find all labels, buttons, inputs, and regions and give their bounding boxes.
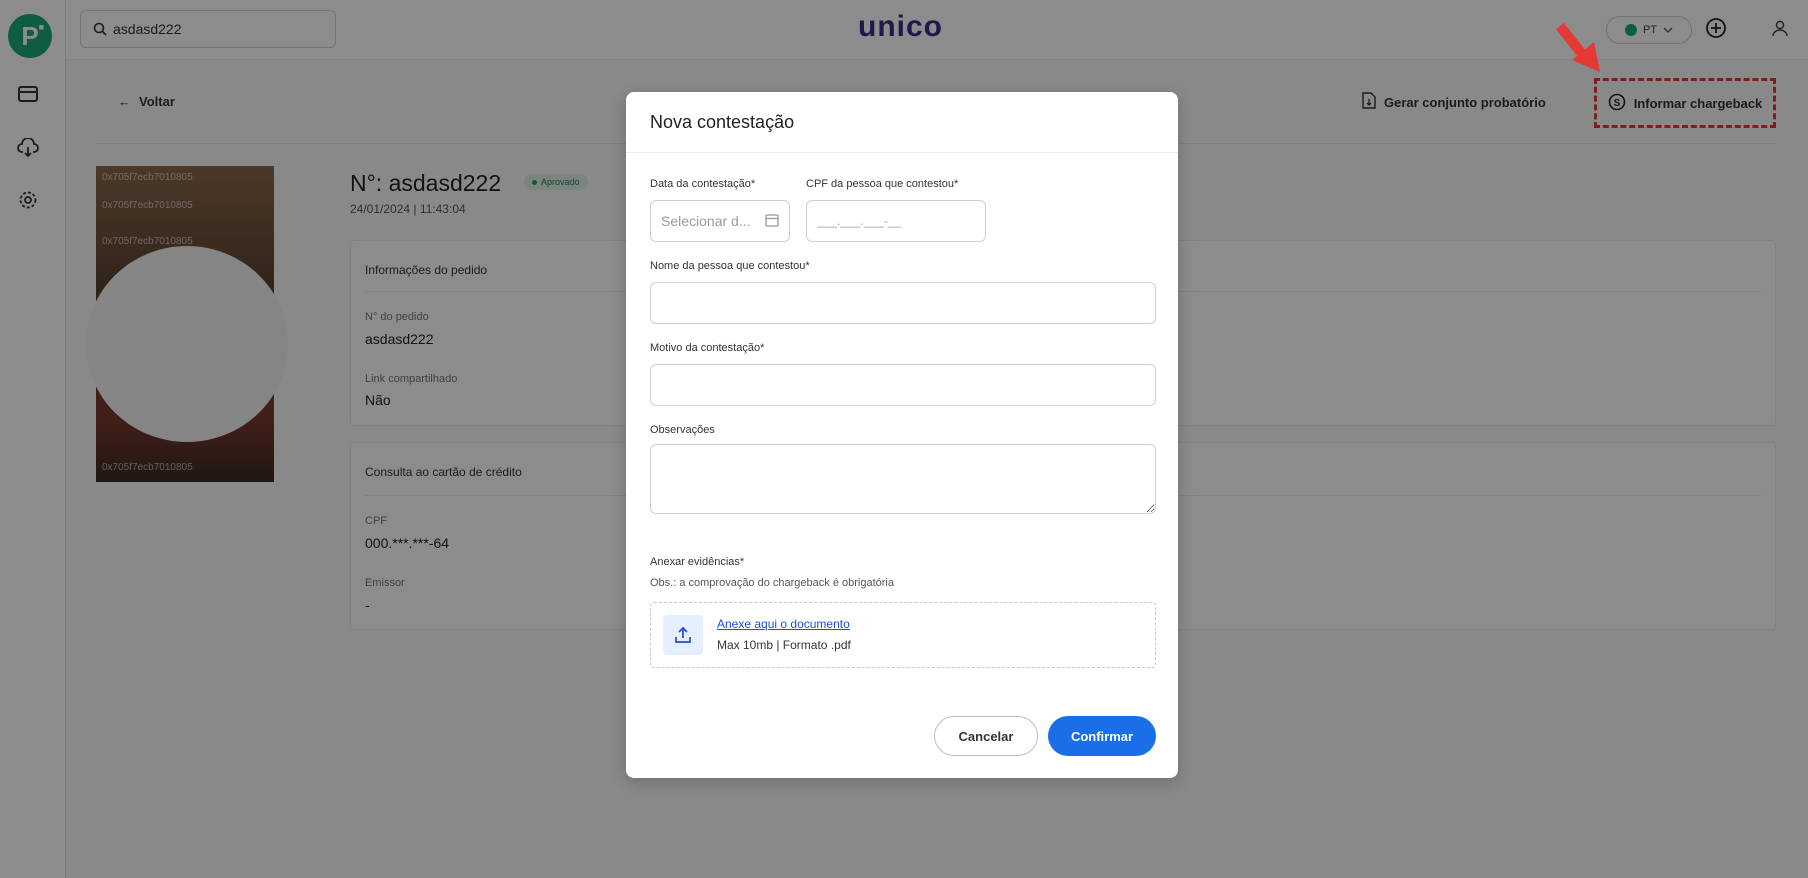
dispute-reason-label: Motivo da contestação* [650, 342, 765, 354]
upload-dropzone[interactable]: Anexe aqui o documento Max 10mb | Format… [650, 602, 1156, 668]
upload-icon[interactable] [663, 615, 703, 655]
confirm-button[interactable]: Confirmar [1048, 716, 1156, 756]
dispute-reason-input[interactable] [650, 364, 1156, 406]
notes-textarea[interactable] [650, 444, 1156, 514]
calendar-icon [765, 213, 779, 230]
dispute-date-label: Data da contestação* [650, 178, 756, 190]
upload-document-link[interactable]: Anexe aqui o documento [717, 617, 850, 631]
new-dispute-modal: Nova contestação Data da contestação* Se… [626, 92, 1178, 778]
upload-requirements: Max 10mb | Formato .pdf [717, 638, 851, 652]
notes-label: Observações [650, 424, 715, 436]
dispute-cpf-input[interactable]: ___.___.___-__ [806, 200, 986, 242]
disputer-name-label: Nome da pessoa que contestou* [650, 260, 810, 272]
cancel-button[interactable]: Cancelar [934, 716, 1038, 756]
disputer-name-input[interactable] [650, 282, 1156, 324]
dispute-date-placeholder: Selecionar d... [661, 213, 751, 229]
annotation-arrow-icon [1556, 20, 1606, 81]
modal-title: Nova contestação [650, 112, 795, 132]
modal-divider [626, 152, 1178, 153]
attach-evidence-note: Obs.: a comprovação do chargeback é obri… [650, 577, 894, 589]
dispute-date-picker[interactable]: Selecionar d... [650, 200, 790, 242]
attach-evidence-label: Anexar evidências* [650, 556, 745, 568]
dispute-cpf-label: CPF da pessoa que contestou* [806, 178, 959, 190]
dispute-cpf-placeholder: ___.___.___-__ [817, 214, 902, 228]
